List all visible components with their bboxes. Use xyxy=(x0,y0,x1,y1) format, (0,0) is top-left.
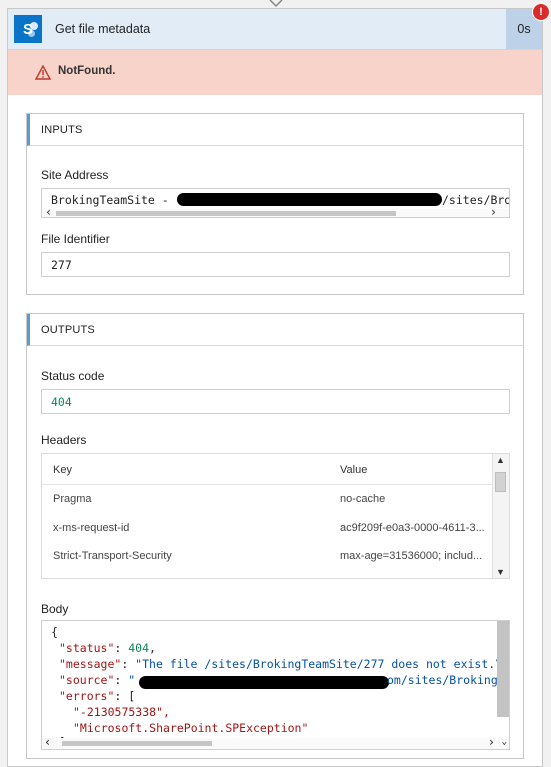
header-key: Pragma xyxy=(53,493,92,505)
outputs-title: OUTPUTS xyxy=(41,324,95,336)
body-vscroll[interactable] xyxy=(497,621,509,717)
chevron-down-icon[interactable]: ⌄ xyxy=(502,737,507,747)
json-key: "message" xyxy=(59,657,122,671)
file-identifier-label: File Identifier xyxy=(41,232,110,246)
column-header-key: Key xyxy=(53,464,72,476)
headers-label: Headers xyxy=(41,433,87,447)
table-row: x-ms-request-id ac9f209f-e0a3-0000-4611-… xyxy=(42,514,494,542)
action-title: Get file metadata xyxy=(55,22,151,36)
headers-table: Key Value Pragma no-cache x-ms-request-i… xyxy=(41,453,510,579)
json-key: "source" xyxy=(59,673,115,687)
code-line-error-type: "Microsoft.SharePoint.SPException" xyxy=(73,721,308,735)
json-key: "errors" xyxy=(59,689,115,703)
error-status-icon: ! xyxy=(532,3,550,21)
code-line-error-code: "-2130575338", xyxy=(73,705,170,719)
site-address-label: Site Address xyxy=(41,168,109,182)
header-value: ac9f209f-e0a3-0000-4611-3... xyxy=(340,522,485,534)
sharepoint-icon: S xyxy=(14,15,42,43)
scroll-thumb[interactable] xyxy=(56,211,396,216)
header-value: no-cache xyxy=(340,493,386,505)
json-string: "The file /sites/BrokingTeamSite/277 doe… xyxy=(135,657,503,671)
json-number: 404 xyxy=(128,641,150,655)
outputs-section: OUTPUTS Status code 404 Headers Key Valu… xyxy=(26,313,524,759)
flow-connector-icon xyxy=(269,0,283,8)
scroll-right-icon[interactable]: › xyxy=(490,205,497,217)
body-label: Body xyxy=(41,602,69,616)
json-bracket: [ xyxy=(128,689,136,703)
json-string: " xyxy=(128,673,136,687)
file-identifier-field[interactable]: 277 xyxy=(41,252,510,277)
file-identifier-value: 277 xyxy=(51,258,72,272)
scroll-left-icon[interactable]: ‹ xyxy=(44,735,51,749)
column-header-value: Value xyxy=(340,464,368,476)
scroll-thumb[interactable] xyxy=(62,741,212,746)
code-line-errors: "errors": [ xyxy=(59,689,136,703)
scroll-right-icon[interactable]: › xyxy=(488,735,495,749)
redaction-mark xyxy=(139,676,389,689)
scroll-thumb[interactable] xyxy=(495,472,506,492)
header-key: Strict-Transport-Security xyxy=(53,550,172,562)
status-code-field[interactable]: 404 xyxy=(41,389,510,414)
duration-value: 0s xyxy=(517,22,531,36)
action-header[interactable]: S Get file metadata 0s ! xyxy=(8,3,550,50)
header-value: max-age=31536000; includ... xyxy=(340,550,483,562)
scroll-left-icon[interactable]: ‹ xyxy=(45,205,52,217)
status-code-value: 404 xyxy=(51,395,72,409)
error-message: NotFound. xyxy=(58,65,116,77)
outputs-header[interactable]: OUTPUTS xyxy=(27,314,523,346)
site-address-value-suffix: /sites/Brok xyxy=(442,193,509,207)
error-badge-text: ! xyxy=(539,6,543,18)
code-line-message: "message": "The file /sites/BrokingTeamS… xyxy=(59,657,503,671)
status-code-label: Status code xyxy=(41,369,105,383)
json-string: om/sites/BrokingTe xyxy=(387,673,510,687)
table-header-row: Key Value xyxy=(42,456,494,485)
error-banner: NotFound. xyxy=(8,50,542,95)
inputs-header[interactable]: INPUTS xyxy=(27,114,523,146)
code-open-brace: { xyxy=(51,625,58,639)
headers-vscroll[interactable]: ▲ ▼ xyxy=(492,454,509,578)
body-code-view[interactable]: { "status": 404, "message": "The file /s… xyxy=(41,620,510,750)
inputs-section: INPUTS Site Address BrokingTeamSite - /s… xyxy=(26,113,524,295)
body-hscroll[interactable]: ‹ › ⌄ xyxy=(42,735,509,749)
site-address-field[interactable]: BrokingTeamSite - /sites/Brok ‹ › xyxy=(41,188,510,218)
table-row: Pragma no-cache xyxy=(42,485,494,513)
site-address-value-prefix: BrokingTeamSite - xyxy=(51,193,169,207)
site-address-hscroll[interactable]: ‹ › xyxy=(42,205,509,217)
json-key: "status" xyxy=(59,641,115,655)
redaction-mark xyxy=(177,193,442,206)
inputs-title: INPUTS xyxy=(41,124,83,136)
json-string: "Microsoft.SharePoint.SPException" xyxy=(73,721,309,735)
scroll-up-icon[interactable]: ▲ xyxy=(496,455,505,465)
code-source-suffix: om/sites/BrokingTe xyxy=(387,673,510,687)
code-line-status: "status": 404, xyxy=(59,641,156,655)
json-string: "-2130575338", xyxy=(73,705,170,719)
scroll-down-icon[interactable]: ▼ xyxy=(496,567,505,577)
header-key: x-ms-request-id xyxy=(53,522,130,534)
table-row: Strict-Transport-Security max-age=315360… xyxy=(42,542,494,570)
code-line-source: "source": " xyxy=(59,673,136,687)
warning-icon xyxy=(35,65,51,80)
action-card: S Get file metadata 0s ! NotFound. INPUT… xyxy=(7,3,550,767)
